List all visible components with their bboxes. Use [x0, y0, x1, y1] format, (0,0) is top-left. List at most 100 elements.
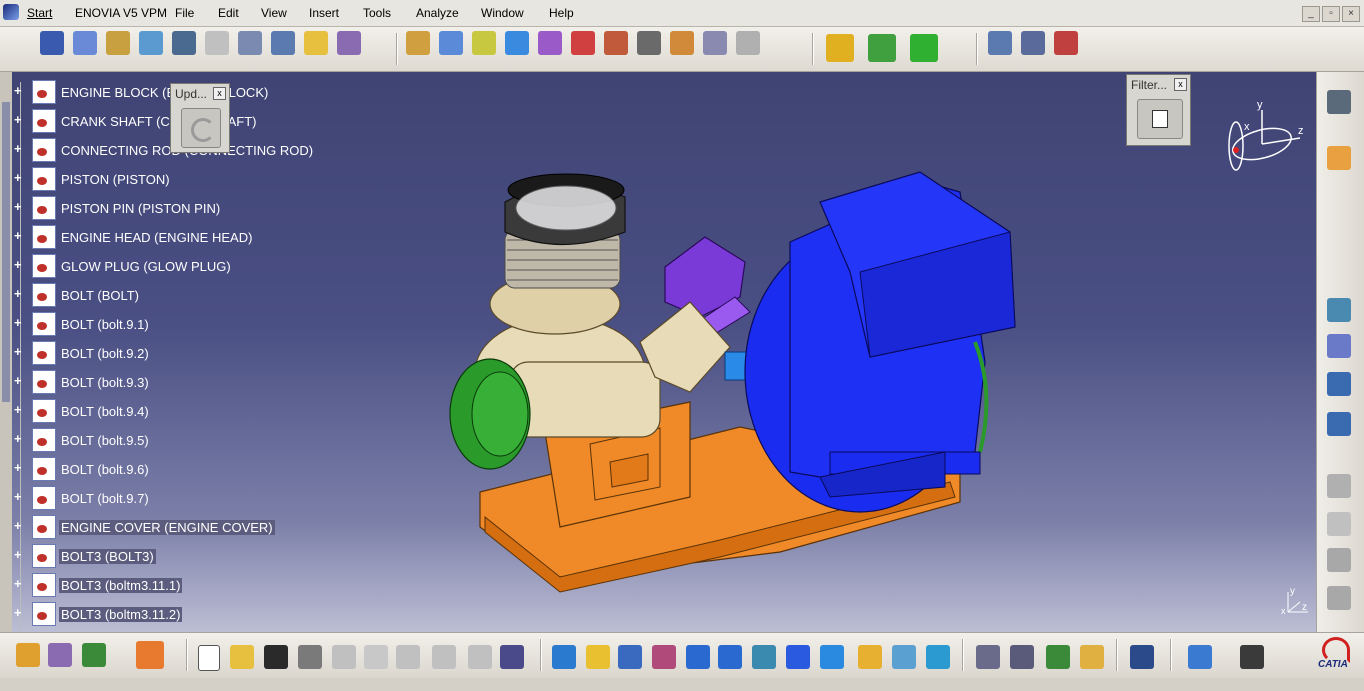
tree-item-label[interactable]: BOLT (bolt.9.4): [61, 404, 149, 419]
knowledge-icon[interactable]: [1080, 645, 1104, 669]
clash-icon[interactable]: [1054, 31, 1078, 55]
fit-all-icon[interactable]: [586, 645, 610, 669]
analysis-icon[interactable]: [16, 643, 40, 667]
minimize-button[interactable]: _: [1302, 6, 1320, 22]
tree-item-label[interactable]: ENGINE HEAD (ENGINE HEAD): [61, 230, 252, 245]
multi-instantiation-icon[interactable]: [271, 31, 295, 55]
snap-grid-icon[interactable]: [136, 641, 164, 669]
tree-collapse-icon[interactable]: [1327, 412, 1351, 436]
reuse-pattern-icon[interactable]: [736, 31, 760, 55]
paste-icon[interactable]: [396, 645, 420, 669]
compass[interactable]: x y z: [1222, 94, 1312, 184]
change-constraint-icon[interactable]: [703, 31, 727, 55]
offset-icon[interactable]: [505, 31, 529, 55]
tree-item-label[interactable]: PISTON (PISTON): [61, 172, 170, 187]
contact-icon[interactable]: [472, 31, 496, 55]
distance-icon[interactable]: [82, 643, 106, 667]
tree-item-label[interactable]: BOLT (bolt.9.1): [61, 317, 149, 332]
cut-icon[interactable]: [332, 645, 356, 669]
constraint-icon[interactable]: [406, 31, 430, 55]
menu-file[interactable]: File: [175, 6, 194, 20]
undo-icon[interactable]: [432, 645, 456, 669]
catia-app-icon[interactable]: [3, 4, 19, 20]
menu-enovia[interactable]: ENOVIA V5 VPM: [75, 6, 167, 20]
restore-button[interactable]: ▫: [1322, 6, 1340, 22]
rotate-icon[interactable]: [652, 645, 676, 669]
tree-item-label[interactable]: BOLT3 (BOLT3): [59, 549, 156, 564]
zoom-in-icon[interactable]: [686, 645, 710, 669]
hide-show-icon[interactable]: [892, 645, 916, 669]
new-document-icon[interactable]: [198, 645, 220, 671]
fix-together-icon[interactable]: [604, 31, 628, 55]
update-icon[interactable]: [181, 108, 221, 148]
options-icon[interactable]: [1327, 586, 1351, 610]
product-icon[interactable]: [40, 31, 64, 55]
smart-move-icon[interactable]: [910, 34, 938, 62]
tree-item-label[interactable]: BOLT (bolt.9.2): [61, 346, 149, 361]
sync-icon[interactable]: [1130, 645, 1154, 669]
manipulation-icon[interactable]: [826, 34, 854, 62]
tree-item-label[interactable]: BOLT (BOLT): [61, 288, 139, 303]
gears-icon[interactable]: [1327, 90, 1351, 114]
redo-icon[interactable]: [468, 645, 492, 669]
explode-view-icon[interactable]: [1046, 645, 1070, 669]
menu-help[interactable]: Help: [549, 6, 574, 20]
update-toolbar-close[interactable]: x: [213, 87, 226, 100]
print-icon[interactable]: [298, 645, 322, 669]
menu-window[interactable]: Window: [481, 6, 524, 20]
whats-this-icon[interactable]: [500, 645, 524, 669]
tree-scrollbar-thumb[interactable]: [2, 102, 10, 402]
tree-expand-icon[interactable]: [1327, 372, 1351, 396]
expand-plus-icon[interactable]: +: [14, 229, 24, 242]
close-button[interactable]: ×: [1342, 6, 1360, 22]
design-mode-icon[interactable]: [1327, 334, 1351, 358]
menu-edit[interactable]: Edit: [218, 6, 239, 20]
expand-plus-icon[interactable]: +: [14, 374, 24, 387]
scene-icon[interactable]: [988, 31, 1012, 55]
tree-item-label[interactable]: BOLT3 (boltm3.11.1): [59, 578, 183, 593]
expand-plus-icon[interactable]: +: [14, 142, 24, 155]
tree-scrollbar[interactable]: [0, 72, 12, 632]
expand-plus-icon[interactable]: +: [14, 403, 24, 416]
expand-plus-icon[interactable]: +: [14, 345, 24, 358]
expand-plus-icon[interactable]: +: [14, 490, 24, 503]
menu-insert[interactable]: Insert: [309, 6, 339, 20]
expand-plus-icon[interactable]: +: [14, 606, 24, 619]
tree-item-label[interactable]: BOLT (bolt.9.3): [61, 375, 149, 390]
expand-plus-icon[interactable]: +: [14, 432, 24, 445]
filter-selection-icon[interactable]: [1137, 99, 1183, 139]
shading-icon[interactable]: [858, 645, 882, 669]
existing-component-icon[interactable]: [139, 31, 163, 55]
swap-space-icon[interactable]: [926, 645, 950, 669]
expand-plus-icon[interactable]: +: [14, 461, 24, 474]
reorder-icon[interactable]: [304, 31, 328, 55]
catalog-icon[interactable]: [1327, 298, 1351, 322]
tree-item-label[interactable]: BOLT3 (boltm3.11.2): [59, 607, 183, 622]
tree-item-label[interactable]: GLOW PLUG (GLOW PLUG): [61, 259, 231, 274]
select-arrow-icon[interactable]: [1327, 146, 1351, 170]
iso-view-icon[interactable]: [820, 645, 844, 669]
quick-constraint-icon[interactable]: [637, 31, 661, 55]
tools-icon[interactable]: [976, 645, 1000, 669]
tree-item-label[interactable]: ENGINE COVER (ENGINE COVER): [59, 520, 275, 535]
pan-icon[interactable]: [618, 645, 642, 669]
pattern-icon[interactable]: [337, 31, 361, 55]
pencil-icon[interactable]: [205, 31, 229, 55]
snap-icon[interactable]: [868, 34, 896, 62]
cut-section-icon[interactable]: [1327, 474, 1351, 498]
3d-viewport[interactable]: + ENGINE BLOCK (ENGINE BLOCK) + CRANK SHAFT…: [0, 72, 1316, 632]
tree-item-label[interactable]: BOLT (bolt.9.6): [61, 462, 149, 477]
fix-icon[interactable]: [571, 31, 595, 55]
expand-plus-icon[interactable]: +: [14, 84, 24, 97]
gear-options-icon[interactable]: [1010, 645, 1034, 669]
explode-icon[interactable]: [1021, 31, 1045, 55]
expand-plus-icon[interactable]: +: [14, 548, 24, 561]
layer-icon[interactable]: [1188, 645, 1212, 669]
settings-icon[interactable]: [1327, 548, 1351, 572]
tree-item-label[interactable]: BOLT (bolt.9.5): [61, 433, 149, 448]
anchor-icon[interactable]: [172, 31, 196, 55]
save-icon[interactable]: [264, 645, 288, 669]
normal-view-icon[interactable]: [752, 645, 776, 669]
expand-plus-icon[interactable]: +: [14, 113, 24, 126]
angle-icon[interactable]: [538, 31, 562, 55]
